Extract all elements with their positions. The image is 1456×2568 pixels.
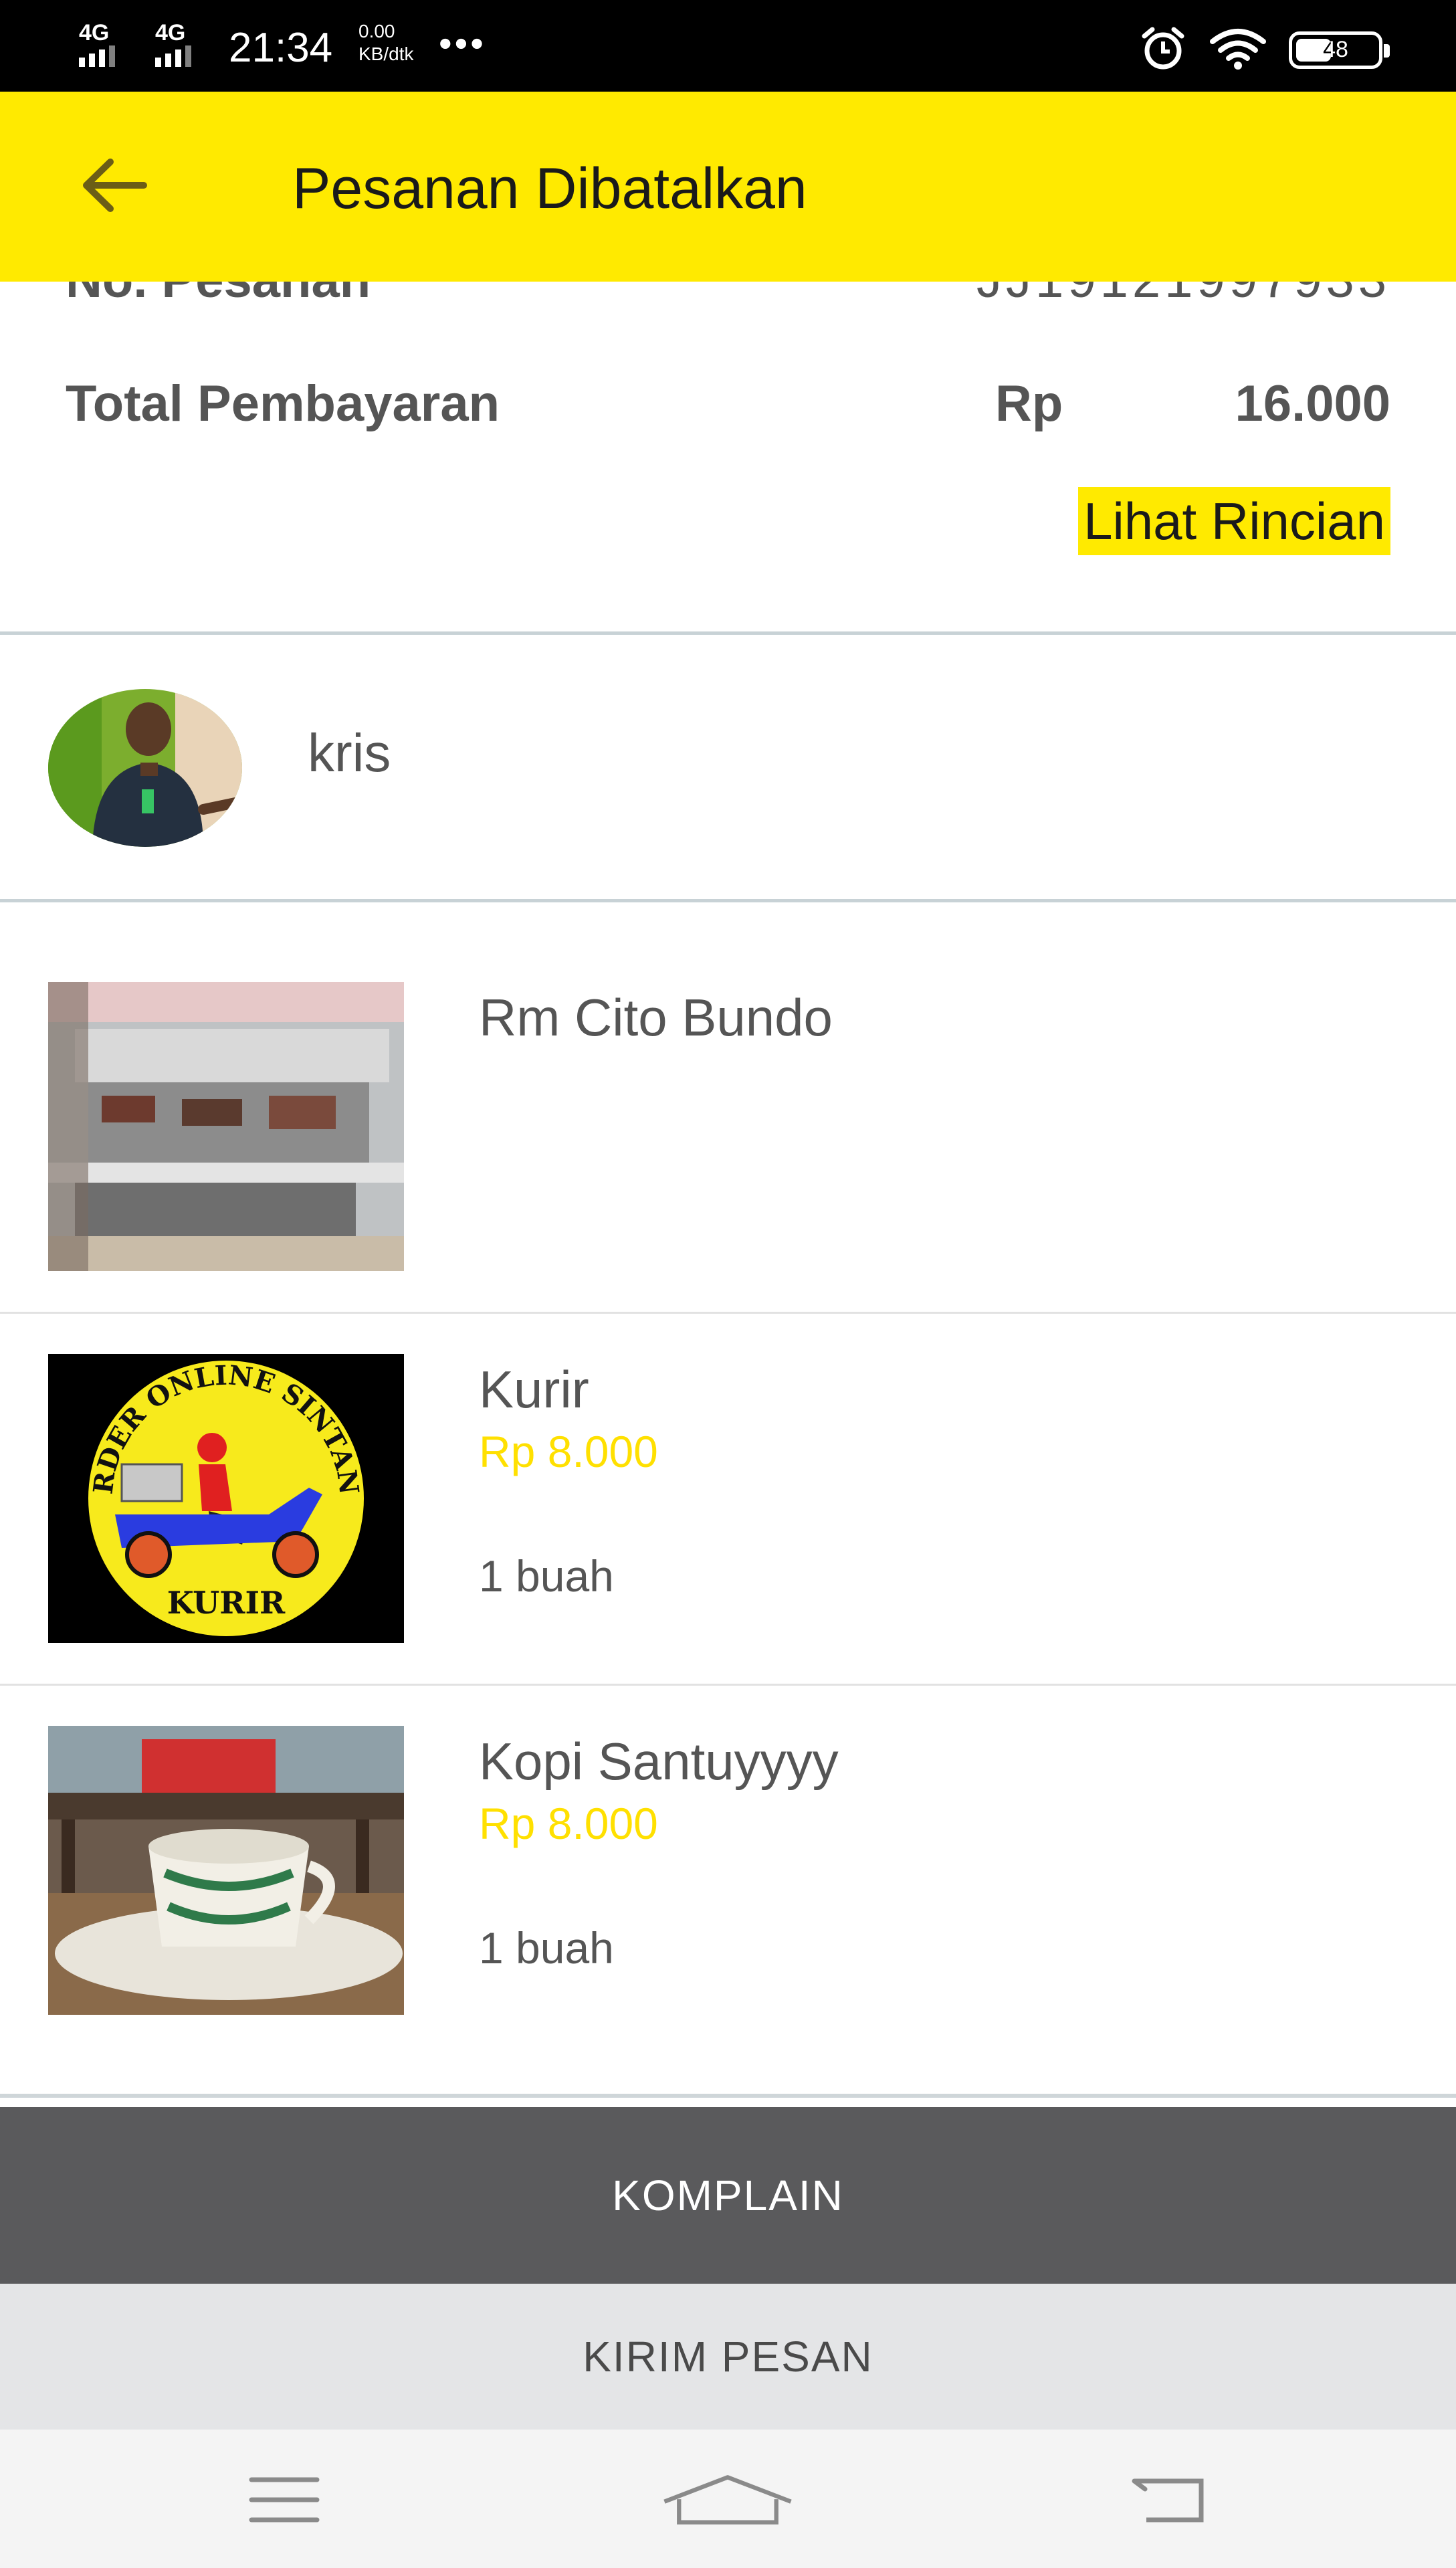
status-bar: 4G 4G 21:34 0.00 KB/dtk ••• 48 bbox=[0, 0, 1456, 92]
app-bar: Pesanan Dibatalkan bbox=[0, 92, 1456, 282]
send-message-button[interactable]: KIRIM PESAN bbox=[0, 2284, 1456, 2430]
back-nav-icon bbox=[1132, 2478, 1204, 2523]
network-speed: 0.00 KB/dtk bbox=[358, 20, 413, 66]
home-icon bbox=[663, 2475, 792, 2525]
store-name: Rm Cito Bundo bbox=[479, 988, 833, 1047]
divider bbox=[0, 1312, 1456, 1314]
total-currency: Rp bbox=[995, 375, 1063, 432]
divider bbox=[0, 1684, 1456, 1686]
coffee-photo bbox=[48, 1726, 404, 2015]
page-title: Pesanan Dibatalkan bbox=[292, 157, 807, 221]
battery-level: 48 bbox=[1323, 37, 1348, 62]
item-price: Rp 8.000 bbox=[479, 1427, 658, 1476]
signal-icon-1 bbox=[79, 45, 115, 67]
speed-unit: KB/dtk bbox=[358, 43, 414, 64]
wifi-icon bbox=[1210, 27, 1266, 73]
back-button[interactable] bbox=[67, 145, 161, 225]
item-name: Kopi Santuyyyy bbox=[479, 1732, 839, 1791]
item-price: Rp 8.000 bbox=[479, 1799, 658, 1848]
item-name: Kurir bbox=[479, 1360, 589, 1419]
courier-logo: ORDER ONLINE SINTANG KURIR bbox=[48, 1354, 404, 1643]
signal-icon-2 bbox=[155, 45, 191, 67]
view-details-link[interactable]: Lihat Rincian bbox=[1078, 487, 1390, 555]
system-nav-bar bbox=[0, 2430, 1456, 2568]
divider bbox=[0, 631, 1456, 635]
alarm-icon bbox=[1139, 24, 1187, 76]
logo-bottom-text: KURIR bbox=[167, 1585, 286, 1621]
home-button[interactable] bbox=[661, 2456, 795, 2543]
network-type-2: 4G bbox=[155, 20, 186, 45]
arrow-left-icon bbox=[83, 159, 147, 212]
item-quantity: 1 buah bbox=[479, 1923, 614, 1973]
menu-button[interactable] bbox=[217, 2456, 351, 2543]
divider bbox=[0, 2094, 1456, 2098]
more-notifications: ••• bbox=[439, 22, 486, 64]
battery-icon: 48 bbox=[1289, 31, 1390, 69]
network-type-1: 4G bbox=[79, 20, 110, 45]
divider bbox=[0, 899, 1456, 902]
avatar[interactable] bbox=[48, 689, 242, 847]
total-payment-label: Total Pembayaran bbox=[66, 375, 500, 432]
menu-icon bbox=[249, 2477, 320, 2523]
store-photo bbox=[48, 982, 404, 1271]
total-amount: 16.000 bbox=[1235, 375, 1390, 432]
customer-name: kris bbox=[308, 723, 391, 783]
item-quantity: 1 buah bbox=[479, 1551, 614, 1601]
speed-value: 0.00 bbox=[358, 21, 395, 41]
clock: 21:34 bbox=[229, 25, 333, 71]
complain-button[interactable]: KOMPLAIN bbox=[0, 2107, 1456, 2284]
back-nav-button[interactable] bbox=[1104, 2456, 1237, 2543]
